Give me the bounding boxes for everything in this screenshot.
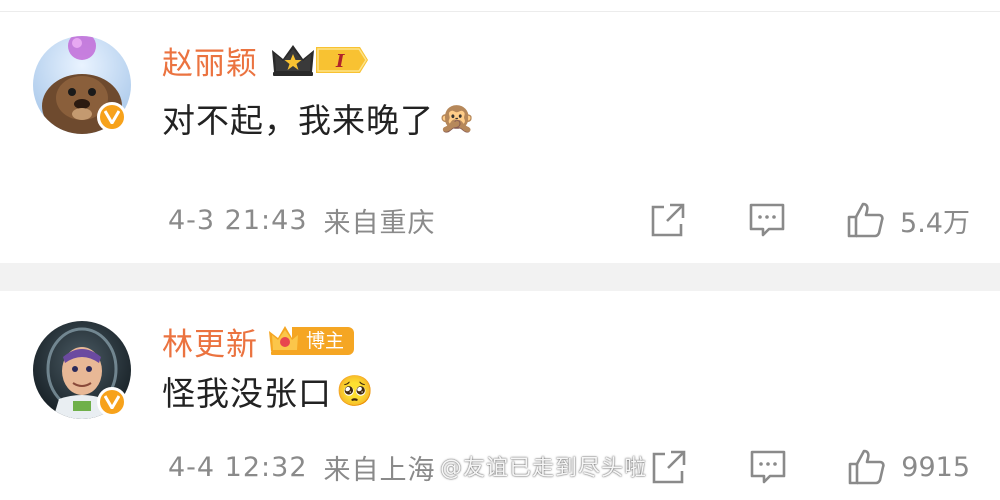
share-icon xyxy=(651,203,685,237)
share-icon xyxy=(652,450,686,484)
top-divider xyxy=(0,0,1000,12)
comment-text: 怪我没张口 xyxy=(162,374,332,413)
like-button[interactable]: 9915 xyxy=(847,448,970,486)
comment-date: 4-4 12:32 xyxy=(168,451,308,483)
crown-icon xyxy=(272,45,314,76)
reply-button[interactable] xyxy=(748,202,786,238)
comment-text-row: 对不起，我来晚了 🙊 xyxy=(162,94,476,142)
comment-actions: 5.4万 xyxy=(650,200,970,240)
like-icon xyxy=(847,202,884,238)
comment-actions: 9915 xyxy=(651,447,970,487)
watermark: @友谊已走到尽头啦 xyxy=(440,456,648,481)
username[interactable]: 林更新 xyxy=(162,319,258,364)
verified-v-icon xyxy=(97,387,127,417)
pleading-face-emoji-icon: 🥺 xyxy=(336,373,375,409)
owner-badge: 博主 xyxy=(268,323,355,359)
vip-badge[interactable]: I xyxy=(270,42,370,78)
comment-location: 来自重庆 xyxy=(323,207,436,239)
comment-text: 对不起，我来晚了 xyxy=(162,101,434,140)
comment-item: 赵丽颖 I 对不起，我来晚了 🙊 4-3 21:43 来自重庆 5.4万 xyxy=(0,12,1000,263)
avatar[interactable] xyxy=(33,36,131,134)
share-button[interactable] xyxy=(650,202,686,238)
comment-location: 来自上海 xyxy=(323,454,436,486)
monkey-emoji-icon: 🙊 xyxy=(438,100,477,136)
like-count: 9915 xyxy=(901,451,970,483)
like-icon xyxy=(848,449,885,485)
comment-icon xyxy=(750,450,786,484)
comment-meta: 4-4 12:32 来自上海 xyxy=(168,447,436,487)
share-button[interactable] xyxy=(651,449,687,485)
reply-button[interactable] xyxy=(749,449,787,485)
section-divider xyxy=(0,263,1000,291)
comment-date: 4-3 21:43 xyxy=(168,204,308,236)
comment-text-row: 怪我没张口 🥺 xyxy=(162,367,374,415)
like-count: 5.4万 xyxy=(900,207,970,239)
username[interactable]: 赵丽颖 xyxy=(162,38,258,83)
svg-text:I: I xyxy=(335,51,345,72)
comment-icon xyxy=(749,203,785,237)
avatar[interactable] xyxy=(33,321,131,419)
verified-v-icon xyxy=(97,102,127,132)
name-row: 赵丽颖 I xyxy=(162,38,370,82)
like-button[interactable]: 5.4万 xyxy=(846,201,970,240)
comment-meta: 4-3 21:43 来自重庆 xyxy=(168,200,436,240)
name-row: 林更新 博主 xyxy=(162,319,355,364)
crown-icon xyxy=(269,326,301,355)
